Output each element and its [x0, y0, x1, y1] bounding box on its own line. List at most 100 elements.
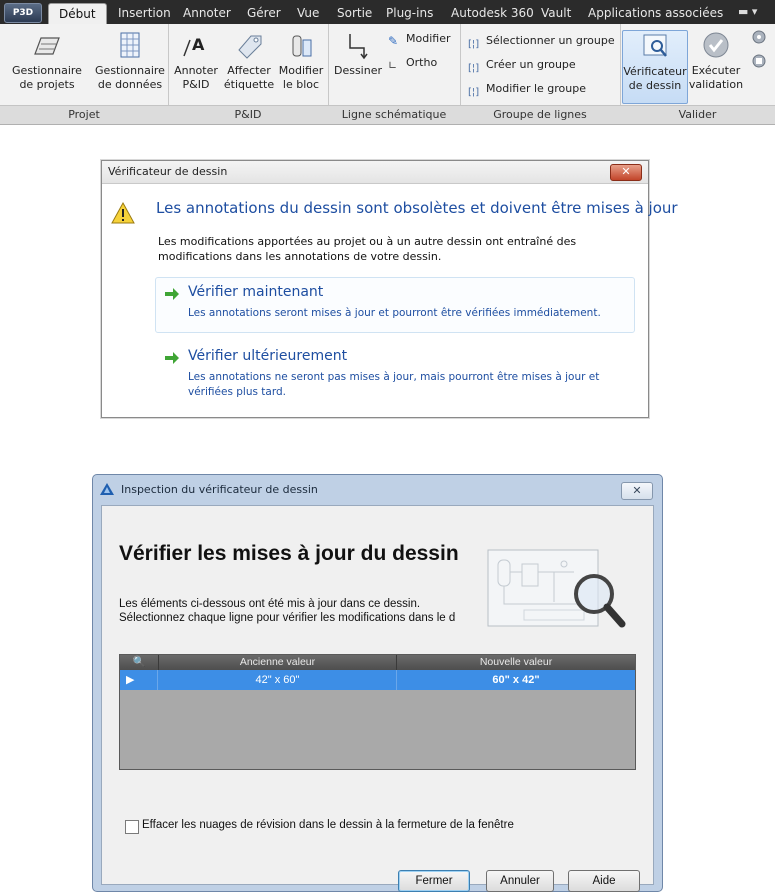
drawing-checker-inspection-window: Inspection du vérificateur de dessin ✕ V… — [92, 474, 663, 892]
verify-later-title: Vérifier ultérieurement — [188, 348, 348, 364]
modify-group-button[interactable]: [¦] Modifier le groupe — [468, 80, 586, 98]
old-value-cell: 42" x 60" — [159, 670, 397, 690]
grid-inspect-header-icon[interactable]: 🔍 — [120, 655, 159, 670]
dialog-titlebar: Vérificateur de dessin ✕ — [102, 161, 648, 184]
window-titlebar: Inspection du vérificateur de dessin ✕ — [93, 475, 662, 503]
modify-line-button[interactable]: ✎ Modifier — [388, 30, 450, 48]
ortho-button[interactable]: ∟ Ortho — [388, 54, 437, 72]
drawing-checker-dialog: Vérificateur de dessin ✕ Les annotations… — [101, 160, 678, 418]
modify-block-label: Modifier le bloc — [278, 64, 324, 91]
tab-insertion[interactable]: Insertion — [118, 4, 171, 22]
run-validation-button[interactable]: Exécuter validation — [688, 30, 744, 92]
tab-sortie[interactable]: Sortie — [337, 4, 372, 22]
tab-applications-associees[interactable]: Applications associées — [588, 4, 723, 22]
settings-icon — [752, 30, 766, 44]
drawing-checker-label: Vérificateur de dessin — [623, 65, 687, 92]
project-manager-label: Gestionnaire de projets — [12, 64, 82, 91]
application-button[interactable]: P3D — [4, 3, 42, 23]
ribbon: P3D Début Insertion Annoter Gérer Vue So… — [0, 0, 775, 125]
annotate-pid-label: Annoter P&ID — [174, 64, 218, 91]
modify-line-icon: ✎ — [388, 34, 399, 48]
window-title: Inspection du vérificateur de dessin — [121, 483, 318, 496]
verify-now-option[interactable]: Vérifier maintenant Les annotations sero… — [155, 277, 635, 333]
panel-label-groupe: Groupe de lignes — [460, 105, 620, 124]
panel-label-projet: Projet — [0, 105, 168, 124]
tab-debut[interactable]: Début — [48, 3, 107, 25]
ortho-icon: ∟ — [388, 59, 398, 72]
verify-later-option[interactable]: Vérifier ultérieurement Les annotations … — [155, 341, 635, 405]
verify-now-title: Vérifier maintenant — [188, 284, 324, 300]
drawing-inspection-illustration — [487, 549, 626, 628]
autocad-logo-icon — [100, 483, 114, 495]
panel-projet: Gestionnaire de projets Gestionnaire de … — [0, 24, 169, 124]
instructions-line-1: Les éléments ci-dessous ont été mis à jo… — [119, 598, 421, 610]
panel-pid: A Annoter P&ID Affecter étiquette Modifi… — [168, 24, 329, 124]
tag-icon — [238, 35, 262, 59]
ribbon-panels: Gestionnaire de projets Gestionnaire de … — [0, 24, 775, 125]
create-group-label: Créer un groupe — [486, 58, 576, 71]
tab-plug-ins[interactable]: Plug-ins — [386, 4, 433, 22]
run-validation-label: Exécuter validation — [688, 64, 744, 91]
validation-summary-button[interactable] — [748, 52, 770, 74]
project-manager-icon — [34, 37, 60, 55]
panel-label-pid: P&ID — [168, 105, 328, 124]
column-header-old-value[interactable]: Ancienne valeur — [159, 655, 397, 670]
table-row[interactable]: ▶ 42" x 60" 60" x 42" — [120, 670, 635, 690]
modify-group-label: Modifier le groupe — [486, 82, 587, 95]
ribbon-tab-bar: P3D Début Insertion Annoter Gérer Vue So… — [0, 0, 775, 25]
close-button[interactable]: Fermer — [398, 870, 470, 892]
panel-groupe-de-lignes: [¦] Sélectionner un groupe [¦] Créer un gr… — [460, 24, 621, 124]
ribbon-options-icon[interactable]: ▬ ▾ — [738, 5, 757, 18]
cancel-button[interactable]: Annuler — [486, 870, 554, 892]
dialog-title: Vérificateur de dessin — [108, 165, 228, 178]
select-group-label: Sélectionner un groupe — [486, 34, 615, 47]
data-manager-icon — [120, 32, 140, 58]
close-button[interactable]: ✕ — [621, 482, 653, 500]
select-group-button[interactable]: [¦] Sélectionner un groupe — [468, 32, 615, 50]
clear-revision-clouds-label: Effacer les nuages de révision dans le d… — [142, 819, 514, 831]
green-arrow-icon — [165, 352, 179, 364]
validation-settings-button[interactable] — [748, 28, 770, 50]
create-group-button[interactable]: [¦] Créer un groupe — [468, 56, 576, 74]
project-manager-button[interactable]: Gestionnaire de projets — [4, 30, 90, 92]
tab-autodesk-360[interactable]: Autodesk 360 — [451, 4, 534, 22]
tab-vault[interactable]: Vault — [541, 4, 571, 22]
draw-line-button[interactable]: Dessiner — [332, 30, 384, 78]
page-title: Vérifier les mises à jour du dessin — [119, 542, 459, 565]
panel-ligne-schematique: Dessiner ✎ Modifier ∟ Ortho Ligne schémati… — [328, 24, 461, 124]
window-client-area: Vérifier les mises à jour du dessin Les … — [101, 505, 654, 892]
annotate-icon: A — [183, 35, 205, 57]
tab-vue[interactable]: Vue — [297, 4, 319, 22]
data-manager-label: Gestionnaire de données — [95, 64, 165, 91]
tab-annoter[interactable]: Annoter — [183, 4, 231, 22]
modify-line-label: Modifier — [406, 32, 451, 45]
tab-gerer[interactable]: Gérer — [247, 4, 281, 22]
help-button[interactable]: Aide — [568, 870, 640, 892]
instructions-line-2: Sélectionnez chaque ligne pour vérifier … — [119, 612, 456, 624]
panel-valider: Vérificateur de dessin Exécuter validati… — [620, 24, 775, 124]
verify-now-description: Les annotations seront mises à jour et p… — [188, 307, 601, 319]
assign-tag-button[interactable]: Affecter étiquette — [222, 30, 276, 92]
data-manager-button[interactable]: Gestionnaire de données — [94, 30, 166, 92]
annotate-pid-button[interactable]: A Annoter P&ID — [172, 30, 220, 92]
close-button[interactable]: ✕ — [610, 164, 642, 181]
drawing-checker-icon — [643, 34, 667, 57]
validation-check-icon — [703, 32, 729, 58]
dialog-body-text: Les modifications apportées au projet ou… — [158, 235, 577, 263]
green-arrow-icon — [165, 288, 179, 300]
column-header-new-value[interactable]: Nouvelle valeur — [397, 655, 635, 670]
dialog-heading: Les annotations du dessin sont obsolètes… — [156, 199, 678, 217]
verify-later-description: Les annotations ne seront pas mises à jo… — [188, 371, 600, 398]
warning-icon — [111, 201, 135, 224]
assign-tag-label: Affecter étiquette — [223, 64, 275, 91]
svg-text:A: A — [192, 35, 205, 54]
create-group-icon: [¦] — [468, 63, 480, 74]
drawing-checker-button[interactable]: Vérificateur de dessin — [622, 30, 688, 104]
grid-header: 🔍 Ancienne valeur Nouvelle valeur — [120, 655, 635, 670]
draw-line-label: Dessiner — [333, 64, 383, 77]
changes-grid: 🔍 Ancienne valeur Nouvelle valeur ▶ 42" … — [119, 654, 636, 770]
modify-block-button[interactable]: Modifier le bloc — [276, 30, 326, 92]
clear-revision-clouds-checkbox[interactable] — [125, 820, 139, 834]
panel-label-valider: Valider — [620, 105, 775, 124]
instructions-text: Les éléments ci-dessous ont été mis à jo… — [119, 597, 484, 625]
